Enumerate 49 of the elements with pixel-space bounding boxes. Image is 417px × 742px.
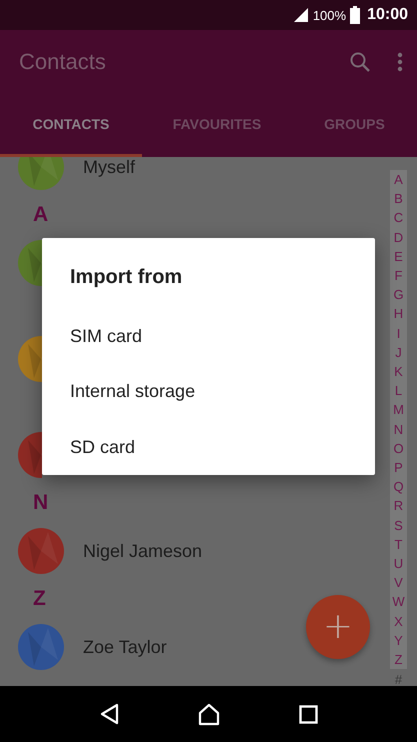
index-letter[interactable]: D	[394, 228, 404, 247]
index-letter[interactable]: E	[394, 246, 403, 266]
clock: 10:00	[367, 6, 408, 24]
index-letter[interactable]: G	[393, 285, 404, 304]
index-letter[interactable]: J	[395, 342, 402, 362]
index-letter[interactable]: F	[394, 266, 402, 286]
section-letter: A	[33, 203, 48, 227]
home-icon[interactable]	[198, 702, 220, 726]
index-letter[interactable]: K	[394, 362, 403, 382]
app-title: Contacts	[19, 49, 107, 75]
back-icon[interactable]	[100, 703, 118, 725]
contact-name[interactable]: Nigel Jameson	[83, 540, 202, 562]
index-letter[interactable]: S	[394, 516, 403, 535]
search-icon[interactable]	[350, 52, 370, 72]
index-letter[interactable]: Z	[394, 650, 402, 670]
index-letter[interactable]: W	[392, 592, 405, 612]
index-letter[interactable]: X	[394, 612, 403, 631]
index-letter[interactable]: A	[394, 170, 403, 190]
index-letter[interactable]: B	[394, 189, 403, 208]
index-letter[interactable]: M	[393, 400, 404, 420]
index-letter[interactable]: P	[394, 458, 403, 478]
index-letter[interactable]: U	[394, 554, 404, 574]
contact-name[interactable]: Myself	[83, 157, 136, 178]
index-letter[interactable]: Y	[394, 630, 403, 650]
more-options-icon[interactable]	[397, 52, 403, 72]
tab[interactable]: FAVOURITES	[142, 94, 292, 157]
tab[interactable]: GROUPS	[292, 94, 417, 157]
index-letter[interactable]: L	[394, 381, 402, 400]
index-letter[interactable]: V	[394, 573, 403, 592]
recent-apps-icon[interactable]	[298, 704, 318, 724]
dialog-title: Import from	[70, 265, 184, 290]
index-letter[interactable]: C	[394, 208, 404, 228]
index-letter[interactable]: Q	[393, 477, 404, 496]
section-letter: Z	[33, 587, 46, 611]
index-letter[interactable]: N	[394, 420, 404, 439]
index-letter[interactable]: H	[394, 304, 404, 324]
dialog-option[interactable]: SIM card	[70, 308, 375, 364]
index-letter[interactable]: T	[394, 534, 402, 554]
signal-icon	[292, 7, 309, 23]
index-letter[interactable]: I	[396, 324, 400, 343]
dialog-option[interactable]: SD card	[70, 420, 375, 475]
battery-icon	[350, 6, 360, 24]
section-letter: N	[33, 491, 48, 515]
index-letter[interactable]: O	[393, 438, 404, 458]
battery-percent: 100%	[312, 8, 346, 22]
index-letter[interactable]: #	[394, 670, 402, 690]
index-letter[interactable]: R	[394, 496, 404, 516]
contact-name[interactable]: Zoe Taylor	[83, 636, 167, 658]
dialog-option[interactable]: Internal storage	[70, 364, 375, 420]
